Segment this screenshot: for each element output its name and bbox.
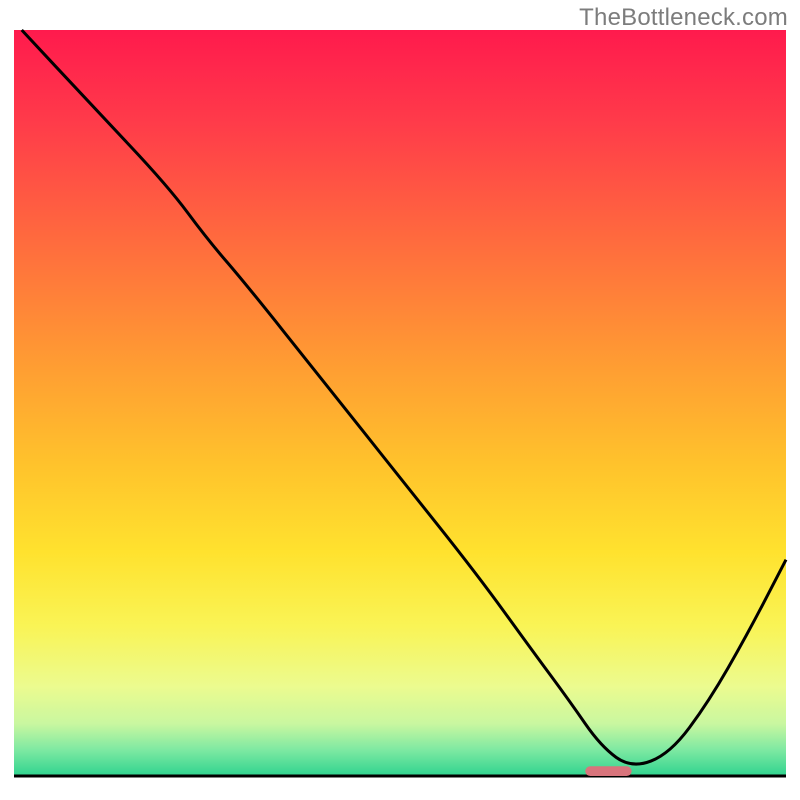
chart-container: TheBottleneck.com: [0, 0, 800, 800]
bottleneck-chart: [0, 0, 800, 800]
plot-background: [14, 30, 786, 776]
optimal-marker: [585, 766, 631, 776]
